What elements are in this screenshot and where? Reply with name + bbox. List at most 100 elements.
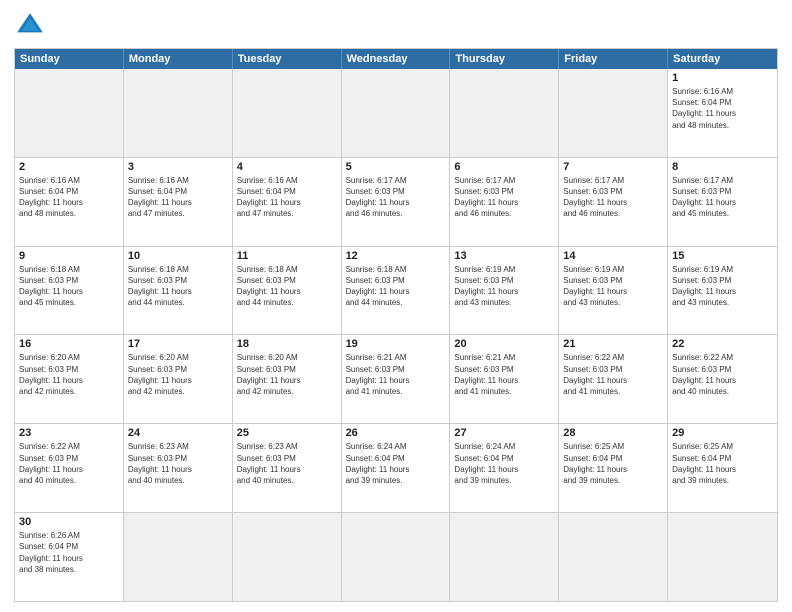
day-number: 16 xyxy=(19,338,119,350)
calendar-cell: 9 Sunrise: 6:18 AM Sunset: 6:03 PM Daylig… xyxy=(15,247,124,335)
calendar-cell xyxy=(15,69,124,157)
day-info: Sunrise: 6:22 AM Sunset: 6:03 PM Dayligh… xyxy=(563,352,663,397)
day-info: Sunrise: 6:17 AM Sunset: 6:03 PM Dayligh… xyxy=(672,175,773,220)
calendar-row-1: 2 Sunrise: 6:16 AM Sunset: 6:04 PM Daylig… xyxy=(15,157,777,246)
day-info: Sunrise: 6:16 AM Sunset: 6:04 PM Dayligh… xyxy=(672,86,773,131)
header-day-monday: Monday xyxy=(124,49,233,69)
day-number: 2 xyxy=(19,161,119,173)
day-number: 26 xyxy=(346,427,446,439)
day-info: Sunrise: 6:21 AM Sunset: 6:03 PM Dayligh… xyxy=(454,352,554,397)
calendar-cell: 11 Sunrise: 6:18 AM Sunset: 6:03 PM Dayli… xyxy=(233,247,342,335)
day-info: Sunrise: 6:18 AM Sunset: 6:03 PM Dayligh… xyxy=(19,264,119,309)
calendar-cell: 27Sunrise: 6:24 AM Sunset: 6:04 PM Dayli… xyxy=(450,424,559,512)
calendar-cell: 21 Sunrise: 6:22 AM Sunset: 6:03 PM Dayli… xyxy=(559,335,668,423)
day-number: 10 xyxy=(128,250,228,262)
calendar-cell: 8 Sunrise: 6:17 AM Sunset: 6:03 PM Daylig… xyxy=(668,158,777,246)
day-number: 5 xyxy=(346,161,446,173)
day-number: 21 xyxy=(563,338,663,350)
calendar-cell: 13Sunrise: 6:19 AM Sunset: 6:03 PM Dayli… xyxy=(450,247,559,335)
calendar-cell: 5 Sunrise: 6:17 AM Sunset: 6:03 PM Daylig… xyxy=(342,158,451,246)
day-number: 3 xyxy=(128,161,228,173)
calendar-row-2: 9 Sunrise: 6:18 AM Sunset: 6:03 PM Daylig… xyxy=(15,246,777,335)
day-info: Sunrise: 6:19 AM Sunset: 6:03 PM Dayligh… xyxy=(672,264,773,309)
calendar-cell: 4Sunrise: 6:16 AM Sunset: 6:04 PM Daylig… xyxy=(233,158,342,246)
calendar-cell: 23 Sunrise: 6:22 AM Sunset: 6:03 PM Dayli… xyxy=(15,424,124,512)
day-info: Sunrise: 6:18 AM Sunset: 6:03 PM Dayligh… xyxy=(237,264,337,309)
calendar-cell: 7 Sunrise: 6:17 AM Sunset: 6:03 PM Daylig… xyxy=(559,158,668,246)
day-number: 17 xyxy=(128,338,228,350)
calendar-cell: 19Sunrise: 6:21 AM Sunset: 6:03 PM Dayli… xyxy=(342,335,451,423)
calendar-cell xyxy=(124,69,233,157)
header-day-thursday: Thursday xyxy=(450,49,559,69)
day-number: 6 xyxy=(454,161,554,173)
day-number: 20 xyxy=(454,338,554,350)
logo-icon xyxy=(14,10,46,42)
calendar-cell xyxy=(233,513,342,601)
day-info: Sunrise: 6:19 AM Sunset: 6:03 PM Dayligh… xyxy=(454,264,554,309)
day-number: 24 xyxy=(128,427,228,439)
day-number: 22 xyxy=(672,338,773,350)
header-day-wednesday: Wednesday xyxy=(342,49,451,69)
day-info: Sunrise: 6:22 AM Sunset: 6:03 PM Dayligh… xyxy=(672,352,773,397)
day-info: Sunrise: 6:16 AM Sunset: 6:04 PM Dayligh… xyxy=(237,175,337,220)
day-info: Sunrise: 6:21 AM Sunset: 6:03 PM Dayligh… xyxy=(346,352,446,397)
page: SundayMondayTuesdayWednesdayThursdayFrid… xyxy=(0,0,792,612)
calendar-header: SundayMondayTuesdayWednesdayThursdayFrid… xyxy=(15,49,777,69)
calendar-row-5: 30Sunrise: 6:26 AM Sunset: 6:04 PM Dayli… xyxy=(15,512,777,601)
header xyxy=(14,10,778,42)
day-number: 8 xyxy=(672,161,773,173)
day-info: Sunrise: 6:16 AM Sunset: 6:04 PM Dayligh… xyxy=(128,175,228,220)
day-info: Sunrise: 6:18 AM Sunset: 6:03 PM Dayligh… xyxy=(346,264,446,309)
calendar-row-4: 23 Sunrise: 6:22 AM Sunset: 6:03 PM Dayli… xyxy=(15,423,777,512)
day-number: 23 xyxy=(19,427,119,439)
header-day-friday: Friday xyxy=(559,49,668,69)
calendar-cell: 3 Sunrise: 6:16 AM Sunset: 6:04 PM Daylig… xyxy=(124,158,233,246)
day-info: Sunrise: 6:17 AM Sunset: 6:03 PM Dayligh… xyxy=(454,175,554,220)
calendar-cell xyxy=(559,513,668,601)
calendar-body: 1Sunrise: 6:16 AM Sunset: 6:04 PM Daylig… xyxy=(15,69,777,601)
calendar-cell: 24 Sunrise: 6:23 AM Sunset: 6:03 PM Dayli… xyxy=(124,424,233,512)
calendar-cell: 12 Sunrise: 6:18 AM Sunset: 6:03 PM Dayli… xyxy=(342,247,451,335)
day-number: 29 xyxy=(672,427,773,439)
day-info: Sunrise: 6:23 AM Sunset: 6:03 PM Dayligh… xyxy=(237,441,337,486)
day-number: 25 xyxy=(237,427,337,439)
calendar-cell: 26 Sunrise: 6:24 AM Sunset: 6:04 PM Dayli… xyxy=(342,424,451,512)
calendar-cell: 14 Sunrise: 6:19 AM Sunset: 6:03 PM Dayli… xyxy=(559,247,668,335)
day-info: Sunrise: 6:20 AM Sunset: 6:03 PM Dayligh… xyxy=(237,352,337,397)
calendar-cell: 20 Sunrise: 6:21 AM Sunset: 6:03 PM Dayli… xyxy=(450,335,559,423)
calendar-cell: 22 Sunrise: 6:22 AM Sunset: 6:03 PM Dayli… xyxy=(668,335,777,423)
day-number: 30 xyxy=(19,516,119,528)
calendar-cell xyxy=(342,513,451,601)
day-info: Sunrise: 6:19 AM Sunset: 6:03 PM Dayligh… xyxy=(563,264,663,309)
header-day-saturday: Saturday xyxy=(668,49,777,69)
calendar-cell xyxy=(124,513,233,601)
calendar-cell xyxy=(450,69,559,157)
day-info: Sunrise: 6:24 AM Sunset: 6:04 PM Dayligh… xyxy=(346,441,446,486)
day-info: Sunrise: 6:20 AM Sunset: 6:03 PM Dayligh… xyxy=(128,352,228,397)
day-info: Sunrise: 6:20 AM Sunset: 6:03 PM Dayligh… xyxy=(19,352,119,397)
day-number: 7 xyxy=(563,161,663,173)
calendar-cell xyxy=(342,69,451,157)
day-info: Sunrise: 6:17 AM Sunset: 6:03 PM Dayligh… xyxy=(346,175,446,220)
calendar-cell: 16 Sunrise: 6:20 AM Sunset: 6:03 PM Dayli… xyxy=(15,335,124,423)
header-day-sunday: Sunday xyxy=(15,49,124,69)
calendar-cell xyxy=(668,513,777,601)
calendar: SundayMondayTuesdayWednesdayThursdayFrid… xyxy=(14,48,778,602)
day-number: 9 xyxy=(19,250,119,262)
calendar-cell: 29 Sunrise: 6:25 AM Sunset: 6:04 PM Dayli… xyxy=(668,424,777,512)
day-number: 14 xyxy=(563,250,663,262)
day-info: Sunrise: 6:17 AM Sunset: 6:03 PM Dayligh… xyxy=(563,175,663,220)
day-info: Sunrise: 6:25 AM Sunset: 6:04 PM Dayligh… xyxy=(672,441,773,486)
calendar-row-0: 1Sunrise: 6:16 AM Sunset: 6:04 PM Daylig… xyxy=(15,69,777,157)
day-number: 11 xyxy=(237,250,337,262)
calendar-cell: 1Sunrise: 6:16 AM Sunset: 6:04 PM Daylig… xyxy=(668,69,777,157)
day-info: Sunrise: 6:23 AM Sunset: 6:03 PM Dayligh… xyxy=(128,441,228,486)
day-info: Sunrise: 6:18 AM Sunset: 6:03 PM Dayligh… xyxy=(128,264,228,309)
day-number: 12 xyxy=(346,250,446,262)
day-number: 15 xyxy=(672,250,773,262)
logo xyxy=(14,10,50,42)
calendar-cell: 17 Sunrise: 6:20 AM Sunset: 6:03 PM Dayli… xyxy=(124,335,233,423)
calendar-cell: 28Sunrise: 6:25 AM Sunset: 6:04 PM Dayli… xyxy=(559,424,668,512)
calendar-cell xyxy=(559,69,668,157)
day-info: Sunrise: 6:22 AM Sunset: 6:03 PM Dayligh… xyxy=(19,441,119,486)
